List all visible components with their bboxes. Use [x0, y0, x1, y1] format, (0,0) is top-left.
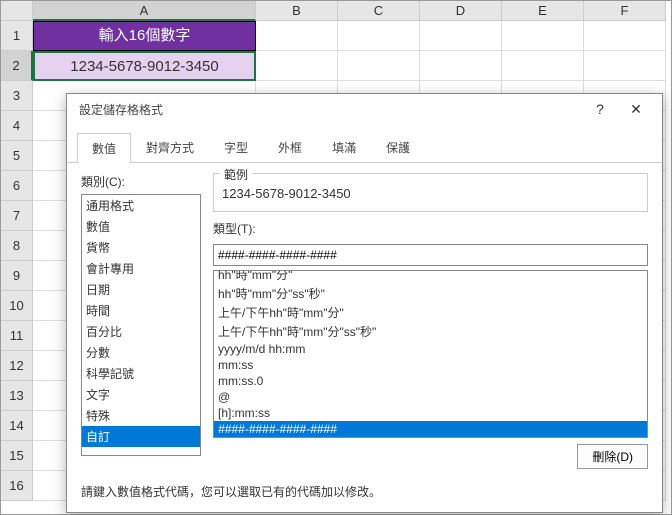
category-item[interactable]: 日期: [82, 279, 200, 300]
category-list[interactable]: 通用格式 數值 貨幣 會計專用 日期 時間 百分比 分數 科學記號 文字 特殊 …: [81, 194, 201, 456]
cell-a2[interactable]: 1234-5678-9012-3450: [33, 51, 256, 81]
row-header-9[interactable]: 9: [1, 261, 33, 291]
category-item[interactable]: 百分比: [82, 321, 200, 342]
cell-f1[interactable]: [584, 21, 666, 51]
row-header-8[interactable]: 8: [1, 231, 33, 261]
dialog-tabs: 數值 對齊方式 字型 外框 填滿 保護: [67, 124, 662, 163]
row-header-5[interactable]: 5: [1, 141, 33, 171]
col-header-a[interactable]: A: [33, 1, 256, 21]
row-header-4[interactable]: 4: [1, 111, 33, 141]
row-header-6[interactable]: 6: [1, 171, 33, 201]
tab-fill[interactable]: 填滿: [317, 132, 371, 162]
category-item[interactable]: 會計專用: [82, 258, 200, 279]
type-option[interactable]: @: [214, 389, 647, 405]
row-header-13[interactable]: 13: [1, 381, 33, 411]
col-header-d[interactable]: D: [420, 1, 502, 21]
cell-a1[interactable]: 輸入16個數字: [33, 21, 256, 51]
type-option[interactable]: [h]:mm:ss: [214, 405, 647, 421]
category-item[interactable]: 時間: [82, 300, 200, 321]
type-label: 類型(T):: [213, 220, 648, 237]
category-item[interactable]: 分數: [82, 342, 200, 363]
category-item[interactable]: 特殊: [82, 405, 200, 426]
cell-d1[interactable]: [420, 21, 502, 51]
cell-b1[interactable]: [256, 21, 338, 51]
close-button[interactable]: ✕: [618, 96, 654, 122]
type-option[interactable]: 上午/下午hh"時"mm"分": [214, 303, 647, 322]
tab-protection[interactable]: 保護: [371, 132, 425, 162]
select-all-corner[interactable]: [1, 1, 33, 21]
category-item[interactable]: 科學記號: [82, 363, 200, 384]
category-label: 類別(C):: [81, 173, 201, 190]
tab-font[interactable]: 字型: [209, 132, 263, 162]
type-option[interactable]: hh"時"mm"分"ss"秒": [214, 284, 647, 303]
row-header-3[interactable]: 3: [1, 81, 33, 111]
row-header-10[interactable]: 10: [1, 291, 33, 321]
row-header-15[interactable]: 15: [1, 441, 33, 471]
row-header-1[interactable]: 1: [1, 21, 33, 51]
row-header-12[interactable]: 12: [1, 351, 33, 381]
col-header-b[interactable]: B: [256, 1, 338, 21]
sample-label: 範例: [220, 166, 252, 183]
cell-d2[interactable]: [420, 51, 502, 81]
cell-c1[interactable]: [338, 21, 420, 51]
cell-b2[interactable]: [256, 51, 338, 81]
column-headers: A B C D E F: [1, 1, 671, 21]
category-item[interactable]: 文字: [82, 384, 200, 405]
tab-border[interactable]: 外框: [263, 132, 317, 162]
category-item[interactable]: 通用格式: [82, 195, 200, 216]
sample-box: 範例 1234-5678-9012-3450: [213, 173, 648, 212]
type-option[interactable]: mm:ss: [214, 357, 647, 373]
row-header-11[interactable]: 11: [1, 321, 33, 351]
type-option[interactable]: 上午/下午hh"時"mm"分"ss"秒": [214, 322, 647, 341]
cell-e2[interactable]: [502, 51, 584, 81]
hint-text: 請鍵入數值格式代碼，您可以選取已有的代碼加以修改。: [67, 479, 662, 500]
row-header-2[interactable]: 2: [1, 51, 33, 81]
row-header-14[interactable]: 14: [1, 411, 33, 441]
delete-button[interactable]: 刪除(D): [577, 444, 648, 469]
dialog-title: 設定儲存格格式: [79, 101, 582, 118]
tab-alignment[interactable]: 對齊方式: [131, 132, 209, 162]
help-button[interactable]: ?: [582, 96, 618, 122]
type-option[interactable]: mm:ss.0: [214, 373, 647, 389]
row-header-7[interactable]: 7: [1, 201, 33, 231]
type-option[interactable]: hh"時"mm"分": [214, 270, 647, 284]
format-cells-dialog: 設定儲存格格式 ? ✕ 數值 對齊方式 字型 外框 填滿 保護 類別(C): 通…: [66, 93, 663, 513]
row-header-16[interactable]: 16: [1, 471, 33, 501]
sample-value: 1234-5678-9012-3450: [222, 186, 639, 201]
type-option-selected[interactable]: ####-####-####-####: [214, 421, 647, 437]
col-header-f[interactable]: F: [584, 1, 666, 21]
type-list[interactable]: hh:mm:ss hh"時"mm"分" hh"時"mm"分"ss"秒" 上午/下…: [213, 270, 648, 438]
type-option[interactable]: yyyy/m/d hh:mm: [214, 341, 647, 357]
cell-c2[interactable]: [338, 51, 420, 81]
cell-e1[interactable]: [502, 21, 584, 51]
category-item[interactable]: 貨幣: [82, 237, 200, 258]
type-input[interactable]: [213, 244, 648, 266]
category-item-custom[interactable]: 自訂: [82, 426, 200, 447]
dialog-titlebar[interactable]: 設定儲存格格式 ? ✕: [67, 94, 662, 124]
tab-number[interactable]: 數值: [77, 133, 131, 163]
cell-f2[interactable]: [584, 51, 666, 81]
col-header-c[interactable]: C: [338, 1, 420, 21]
col-header-e[interactable]: E: [502, 1, 584, 21]
category-item[interactable]: 數值: [82, 216, 200, 237]
